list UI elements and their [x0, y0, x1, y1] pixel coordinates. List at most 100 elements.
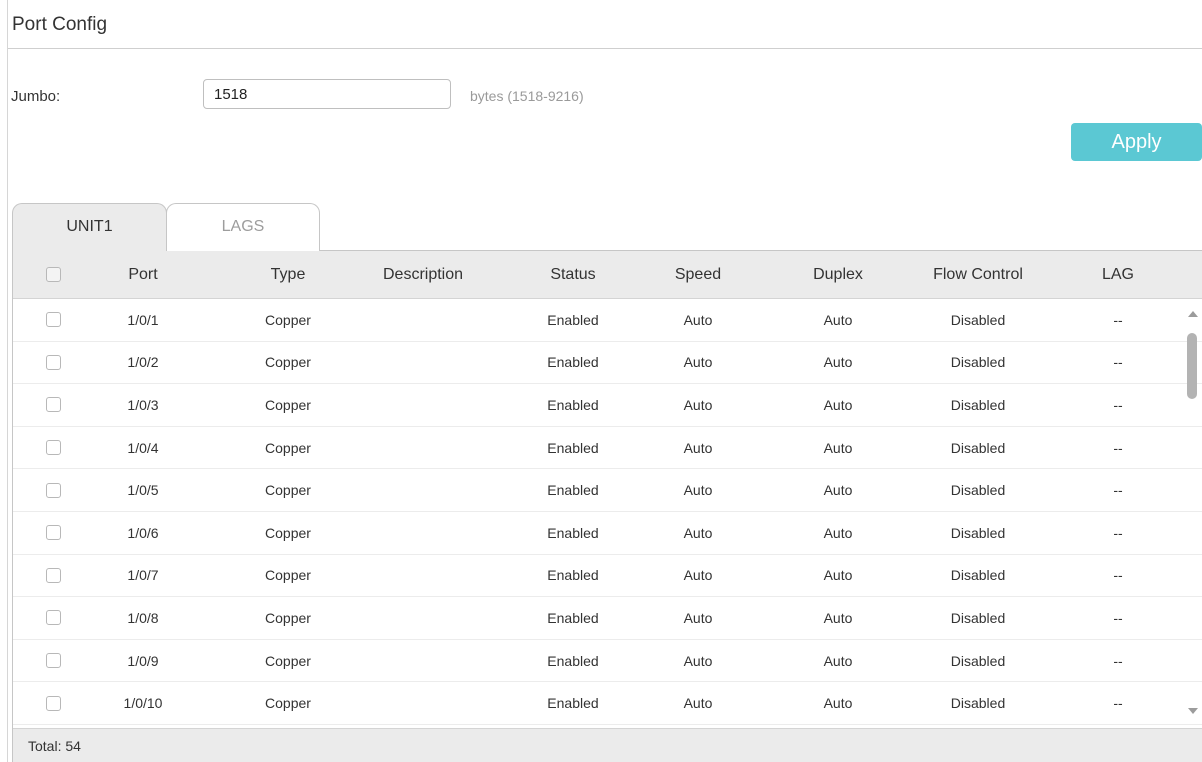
status-cell: Enabled: [547, 482, 599, 499]
row-checkbox[interactable]: [45, 482, 61, 498]
speed-cell: Auto: [683, 482, 713, 499]
select-all-cell: [33, 251, 73, 298]
column-header-type[interactable]: Type: [243, 251, 333, 298]
port-cell: 1/0/5: [127, 482, 159, 499]
table-row[interactable]: 1/0/5 Copper Enabled Auto Auto Disabled …: [13, 469, 1202, 512]
table-row[interactable]: 1/0/9 Copper Enabled Auto Auto Disabled …: [13, 639, 1202, 683]
table-body: 1/0/1 Copper Enabled Auto Auto Disabled …: [13, 299, 1202, 728]
description-cell: [363, 469, 483, 511]
flow-control-cell: Disabled: [950, 567, 1006, 584]
type-cell: Copper: [265, 567, 311, 584]
type-cell: Copper: [265, 695, 311, 712]
lag-cell: --: [1113, 609, 1123, 626]
row-checkbox[interactable]: [45, 610, 61, 626]
duplex-cell: Auto: [823, 695, 853, 712]
type-cell: Copper: [265, 439, 311, 456]
table-row[interactable]: 1/0/8 Copper Enabled Auto Auto Disabled …: [13, 597, 1202, 640]
flow-control-cell: Disabled: [950, 524, 1006, 541]
status-cell: Enabled: [547, 567, 599, 584]
column-header-flow-control[interactable]: Flow Control: [913, 251, 1043, 298]
tab-unit1[interactable]: UNIT1: [12, 203, 167, 251]
status-cell: Enabled: [547, 609, 599, 626]
lag-cell: --: [1113, 567, 1123, 584]
lag-cell: --: [1113, 524, 1123, 541]
column-header-speed[interactable]: Speed: [658, 251, 738, 298]
row-checkbox[interactable]: [45, 312, 61, 328]
table-footer: Total: 54: [13, 728, 1202, 762]
column-header-status[interactable]: Status: [528, 251, 618, 298]
lag-cell: --: [1113, 439, 1123, 456]
row-checkbox[interactable]: [45, 695, 61, 711]
port-cell: 1/0/7: [127, 567, 159, 584]
duplex-cell: Auto: [823, 609, 853, 626]
description-cell: [363, 555, 483, 597]
select-all-checkbox[interactable]: [45, 267, 61, 282]
row-select-cell: [33, 640, 73, 682]
row-checkbox[interactable]: [45, 525, 61, 541]
apply-button[interactable]: Apply: [1071, 123, 1202, 161]
scrollbar-thumb[interactable]: [1187, 333, 1197, 399]
jumbo-range-hint: bytes (1518-9216): [470, 88, 584, 104]
row-checkbox[interactable]: [45, 653, 61, 669]
speed-cell: Auto: [683, 652, 713, 669]
flow-control-cell: Disabled: [950, 354, 1006, 371]
row-checkbox[interactable]: [45, 567, 61, 583]
row-select-cell: [33, 512, 73, 554]
triangle-down-icon[interactable]: [1188, 708, 1198, 714]
status-cell: Enabled: [547, 652, 599, 669]
lag-cell: --: [1113, 354, 1123, 371]
table-scrollbar[interactable]: [1185, 299, 1202, 728]
jumbo-label: Jumbo:: [11, 88, 61, 105]
flow-control-cell: Disabled: [950, 482, 1006, 499]
row-select-cell: [33, 555, 73, 597]
table-row[interactable]: 1/0/4 Copper Enabled Auto Auto Disabled …: [13, 426, 1202, 470]
column-header-description[interactable]: Description: [363, 251, 483, 298]
table-row[interactable]: 1/0/7 Copper Enabled Auto Auto Disabled …: [13, 554, 1202, 598]
table-row[interactable]: 1/0/10 Copper Enabled Auto Auto Disabled…: [13, 682, 1202, 725]
description-cell: [363, 384, 483, 426]
duplex-cell: Auto: [823, 482, 853, 499]
flow-control-cell: Disabled: [950, 311, 1006, 328]
column-header-lag[interactable]: LAG: [1088, 251, 1148, 298]
table-row[interactable]: 1/0/6 Copper Enabled Auto Auto Disabled …: [13, 511, 1202, 555]
port-cell: 1/0/4: [127, 439, 159, 456]
port-cell: 1/0/2: [127, 354, 159, 371]
type-cell: Copper: [265, 311, 311, 328]
row-checkbox[interactable]: [45, 440, 61, 456]
row-checkbox[interactable]: [45, 354, 61, 370]
port-cell: 1/0/6: [127, 524, 159, 541]
flow-control-cell: Disabled: [950, 695, 1006, 712]
tab-lags[interactable]: LAGS: [166, 203, 320, 251]
triangle-up-icon[interactable]: [1188, 311, 1198, 317]
section-title: Port Config: [12, 14, 108, 35]
speed-cell: Auto: [683, 609, 713, 626]
description-cell: [363, 682, 483, 724]
row-checkbox[interactable]: [45, 397, 61, 413]
speed-cell: Auto: [683, 439, 713, 456]
status-cell: Enabled: [547, 439, 599, 456]
lag-cell: --: [1113, 396, 1123, 413]
type-cell: Copper: [265, 524, 311, 541]
table-row[interactable]: 1/0/3 Copper Enabled Auto Auto Disabled …: [13, 384, 1202, 427]
column-header-port[interactable]: Port: [108, 251, 178, 298]
row-select-cell: [33, 342, 73, 384]
title-divider: [8, 48, 1202, 49]
jumbo-input[interactable]: [203, 79, 451, 109]
duplex-cell: Auto: [823, 652, 853, 669]
table-header: Port Type Description Status Speed Duple…: [13, 251, 1202, 299]
port-cell: 1/0/1: [127, 311, 159, 328]
type-cell: Copper: [265, 354, 311, 371]
status-cell: Enabled: [547, 354, 599, 371]
lag-cell: --: [1113, 482, 1123, 499]
row-select-cell: [33, 384, 73, 426]
table-row[interactable]: 1/0/1 Copper Enabled Auto Auto Disabled …: [13, 299, 1202, 342]
flow-control-cell: Disabled: [950, 609, 1006, 626]
column-header-duplex[interactable]: Duplex: [798, 251, 878, 298]
status-cell: Enabled: [547, 396, 599, 413]
table-row[interactable]: 1/0/2 Copper Enabled Auto Auto Disabled …: [13, 341, 1202, 385]
row-select-cell: [33, 469, 73, 511]
speed-cell: Auto: [683, 396, 713, 413]
speed-cell: Auto: [683, 354, 713, 371]
row-select-cell: [33, 682, 73, 724]
status-cell: Enabled: [547, 524, 599, 541]
